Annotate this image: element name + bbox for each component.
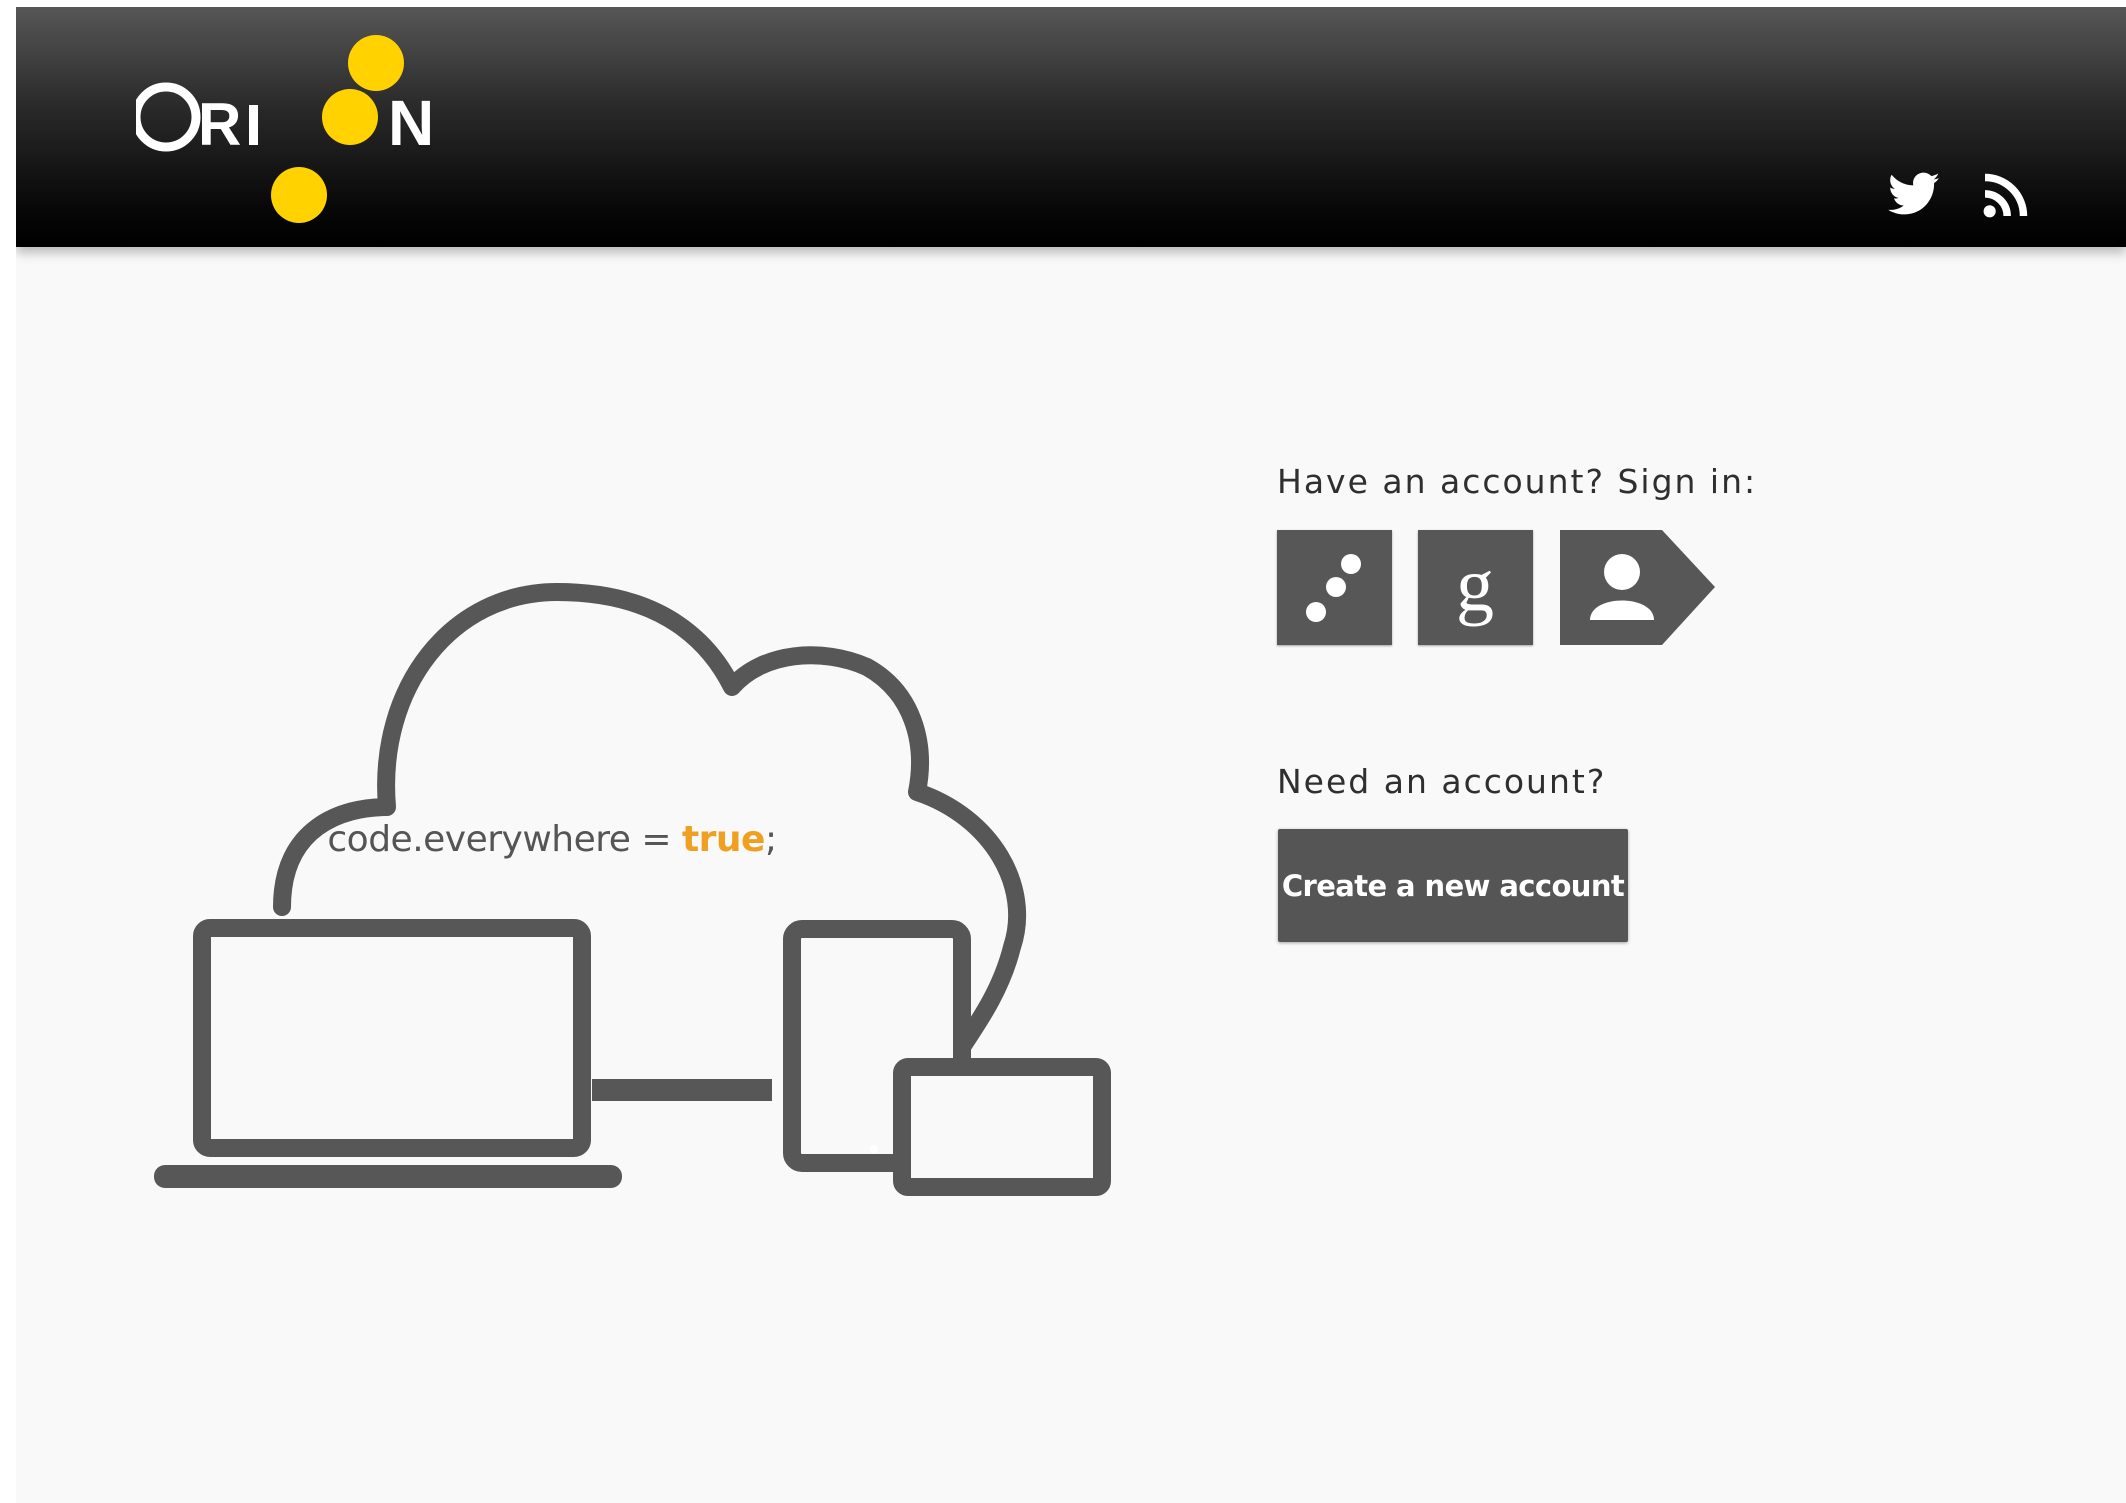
rss-icon[interactable] [1978,167,2034,223]
google-g-icon: g [1456,543,1494,627]
phone-icon [893,1058,1111,1196]
persona-signin-button[interactable] [1560,530,1715,645]
signin-heading: Have an account? Sign in: [1277,462,1758,501]
twitter-icon[interactable] [1886,167,1942,223]
page-frame: R N code.everywhere = true; Have an acco… [16,7,2126,1503]
svg-text:g: g [1456,543,1494,627]
cloud-devices-illustration: code.everywhere = true; [132,567,1132,1207]
svg-text:R: R [198,91,241,158]
google-signin-button[interactable]: g [1418,530,1533,645]
tagline-prefix: code.everywhere = [327,819,682,860]
orion-signin-button[interactable] [1277,530,1392,645]
laptop-icon [154,919,622,1188]
header-bar: R N [16,7,2126,247]
signup-heading: Need an account? [1277,762,1607,801]
cloud-illustration-graphic [154,583,1111,1196]
create-account-button[interactable]: Create a new account [1278,829,1628,942]
tagline-suffix: ; [764,819,777,860]
orion-dots-icon [1306,554,1361,622]
svg-text:N: N [388,87,434,159]
orion-logo[interactable]: R N [136,21,446,231]
tagline-accent: true [681,819,766,860]
hero-tagline: code.everywhere = true; [132,819,972,860]
persona-user-icon [1560,530,1715,645]
